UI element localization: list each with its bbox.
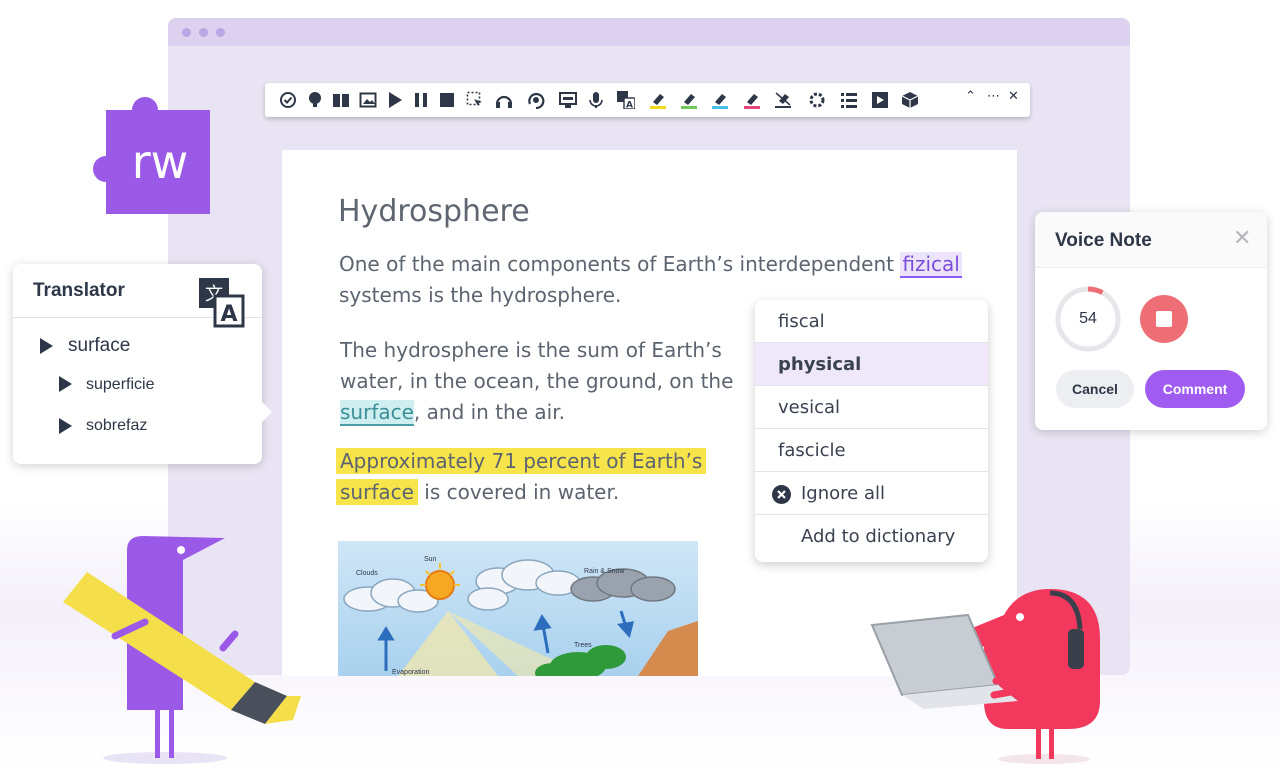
play-translation-icon[interactable] [59,376,72,392]
play-translation-icon[interactable] [59,418,72,434]
highlight-green-icon[interactable] [680,91,698,109]
paragraph-2-line-1: The hydrosphere is the sum of Earth’s [340,338,722,362]
stop-recording-button[interactable] [1140,295,1188,343]
voice-note-panel: Voice Note ✕ 54 Cancel Comment [1035,212,1267,430]
close-circle-icon [772,485,791,504]
svg-text:A: A [220,302,237,327]
svg-text:A: A [626,101,633,110]
translate-icon[interactable]: A [617,91,635,109]
translator-header: Translator 文 A [13,264,262,328]
close-toolbar-button[interactable]: ✕ [1008,89,1019,104]
collapse-toolbar-button[interactable]: ⌃ [965,89,976,104]
box-icon[interactable] [901,91,919,109]
misspelled-word[interactable]: fizical [900,252,962,278]
spellcheck-popup: fiscal physical vesical fascicle Ignore … [755,300,988,562]
paragraph-2-tail: , and in the air. [413,400,565,424]
video-icon[interactable] [871,91,889,109]
translation-1: superficie [86,376,155,393]
expand-arrow-icon[interactable] [40,338,53,354]
yellow-highlight-line-1[interactable]: Approximately 71 percent of Earth’s [336,448,707,474]
check-icon[interactable] [279,91,297,109]
source-word: surface [68,335,131,356]
water-cycle-illustration: Clouds Sun Rain & Snow Trees Evaporation [338,541,698,676]
window-dot-1[interactable] [182,28,191,37]
clear-highlights-icon[interactable] [774,91,792,109]
translator-pointer [262,402,272,422]
label-evaporation: Evaporation [392,669,429,676]
ignore-all-option[interactable]: Ignore all [755,472,988,515]
paragraph-3-tail: is covered in water. [417,480,620,504]
play-icon[interactable] [386,91,404,109]
pink-bird-mascot [870,589,1100,764]
stop-icon [1156,311,1172,327]
page-title: Hydrosphere [338,194,530,229]
logo-text: rw [132,135,189,189]
paragraph-3: Approximately 71 percent of Earth’s surf… [336,446,776,508]
countdown-value: 54 [1079,310,1097,327]
add-to-dictionary-option[interactable]: Add to dictionary [755,515,988,558]
screen-select-icon[interactable] [466,91,484,109]
screen-mask-icon[interactable] [559,91,577,109]
readwrite-logo: rw [93,97,210,214]
dictionary-icon[interactable] [306,91,324,109]
window-dot-3[interactable] [216,28,225,37]
translator-title: Translator [33,280,125,301]
settings-icon[interactable] [808,91,826,109]
highlight-pink-icon[interactable] [743,91,761,109]
translate-icon: 文 A [199,278,245,328]
book-icon[interactable] [332,91,350,109]
label-sun: Sun [424,556,437,563]
translation-2: sobrefaz [86,417,148,434]
suggestion-vesical[interactable]: vesical [755,386,988,429]
paragraph-1-line-2: systems is the hydrosphere. [339,283,622,307]
ignore-all-label: Ignore all [801,483,885,504]
paragraph-1-text: One of the main components of Earth’s in… [339,252,894,276]
picture-dictionary-icon[interactable] [359,91,377,109]
more-options-button[interactable]: ⋯ [987,89,1000,104]
suggestion-physical[interactable]: physical [755,343,988,386]
readwrite-toolbar: A ⌃ ⋯ ✕ [265,83,1030,117]
voice-note-header: Voice Note ✕ [1035,212,1267,268]
close-icon[interactable]: ✕ [1233,226,1251,251]
browser-titlebar [168,18,1130,46]
suggestion-fascicle[interactable]: fascicle [755,429,988,472]
stop-icon[interactable] [438,91,456,109]
pause-icon[interactable] [412,91,430,109]
highlight-blue-icon[interactable] [711,91,729,109]
cancel-button[interactable]: Cancel [1056,370,1134,408]
audio-maker-icon[interactable] [495,91,513,109]
suggestion-fiscal[interactable]: fiscal [755,300,988,343]
voice-note-title: Voice Note [1055,230,1152,251]
highlighted-word-surface[interactable]: surface [340,400,414,426]
yellow-highlight-surface[interactable]: surface [336,479,418,505]
label-rain-snow: Rain & Snow [584,568,625,575]
translator-panel: Translator 文 A surface superficie sobref… [13,264,272,464]
paragraph-2-line-2: water, in the ocean, the ground, on the [340,369,734,393]
window-dot-2[interactable] [199,28,208,37]
microphone-icon[interactable] [587,91,605,109]
label-clouds: Clouds [356,570,378,577]
highlight-yellow-icon[interactable] [649,91,667,109]
paragraph-2: The hydrosphere is the sum of Earth’s wa… [340,335,760,428]
purple-bird-mascot [63,536,301,764]
label-trees: Trees [574,642,592,649]
talk-type-icon[interactable] [527,91,545,109]
comment-button[interactable]: Comment [1145,370,1245,408]
list-icon[interactable] [840,91,858,109]
